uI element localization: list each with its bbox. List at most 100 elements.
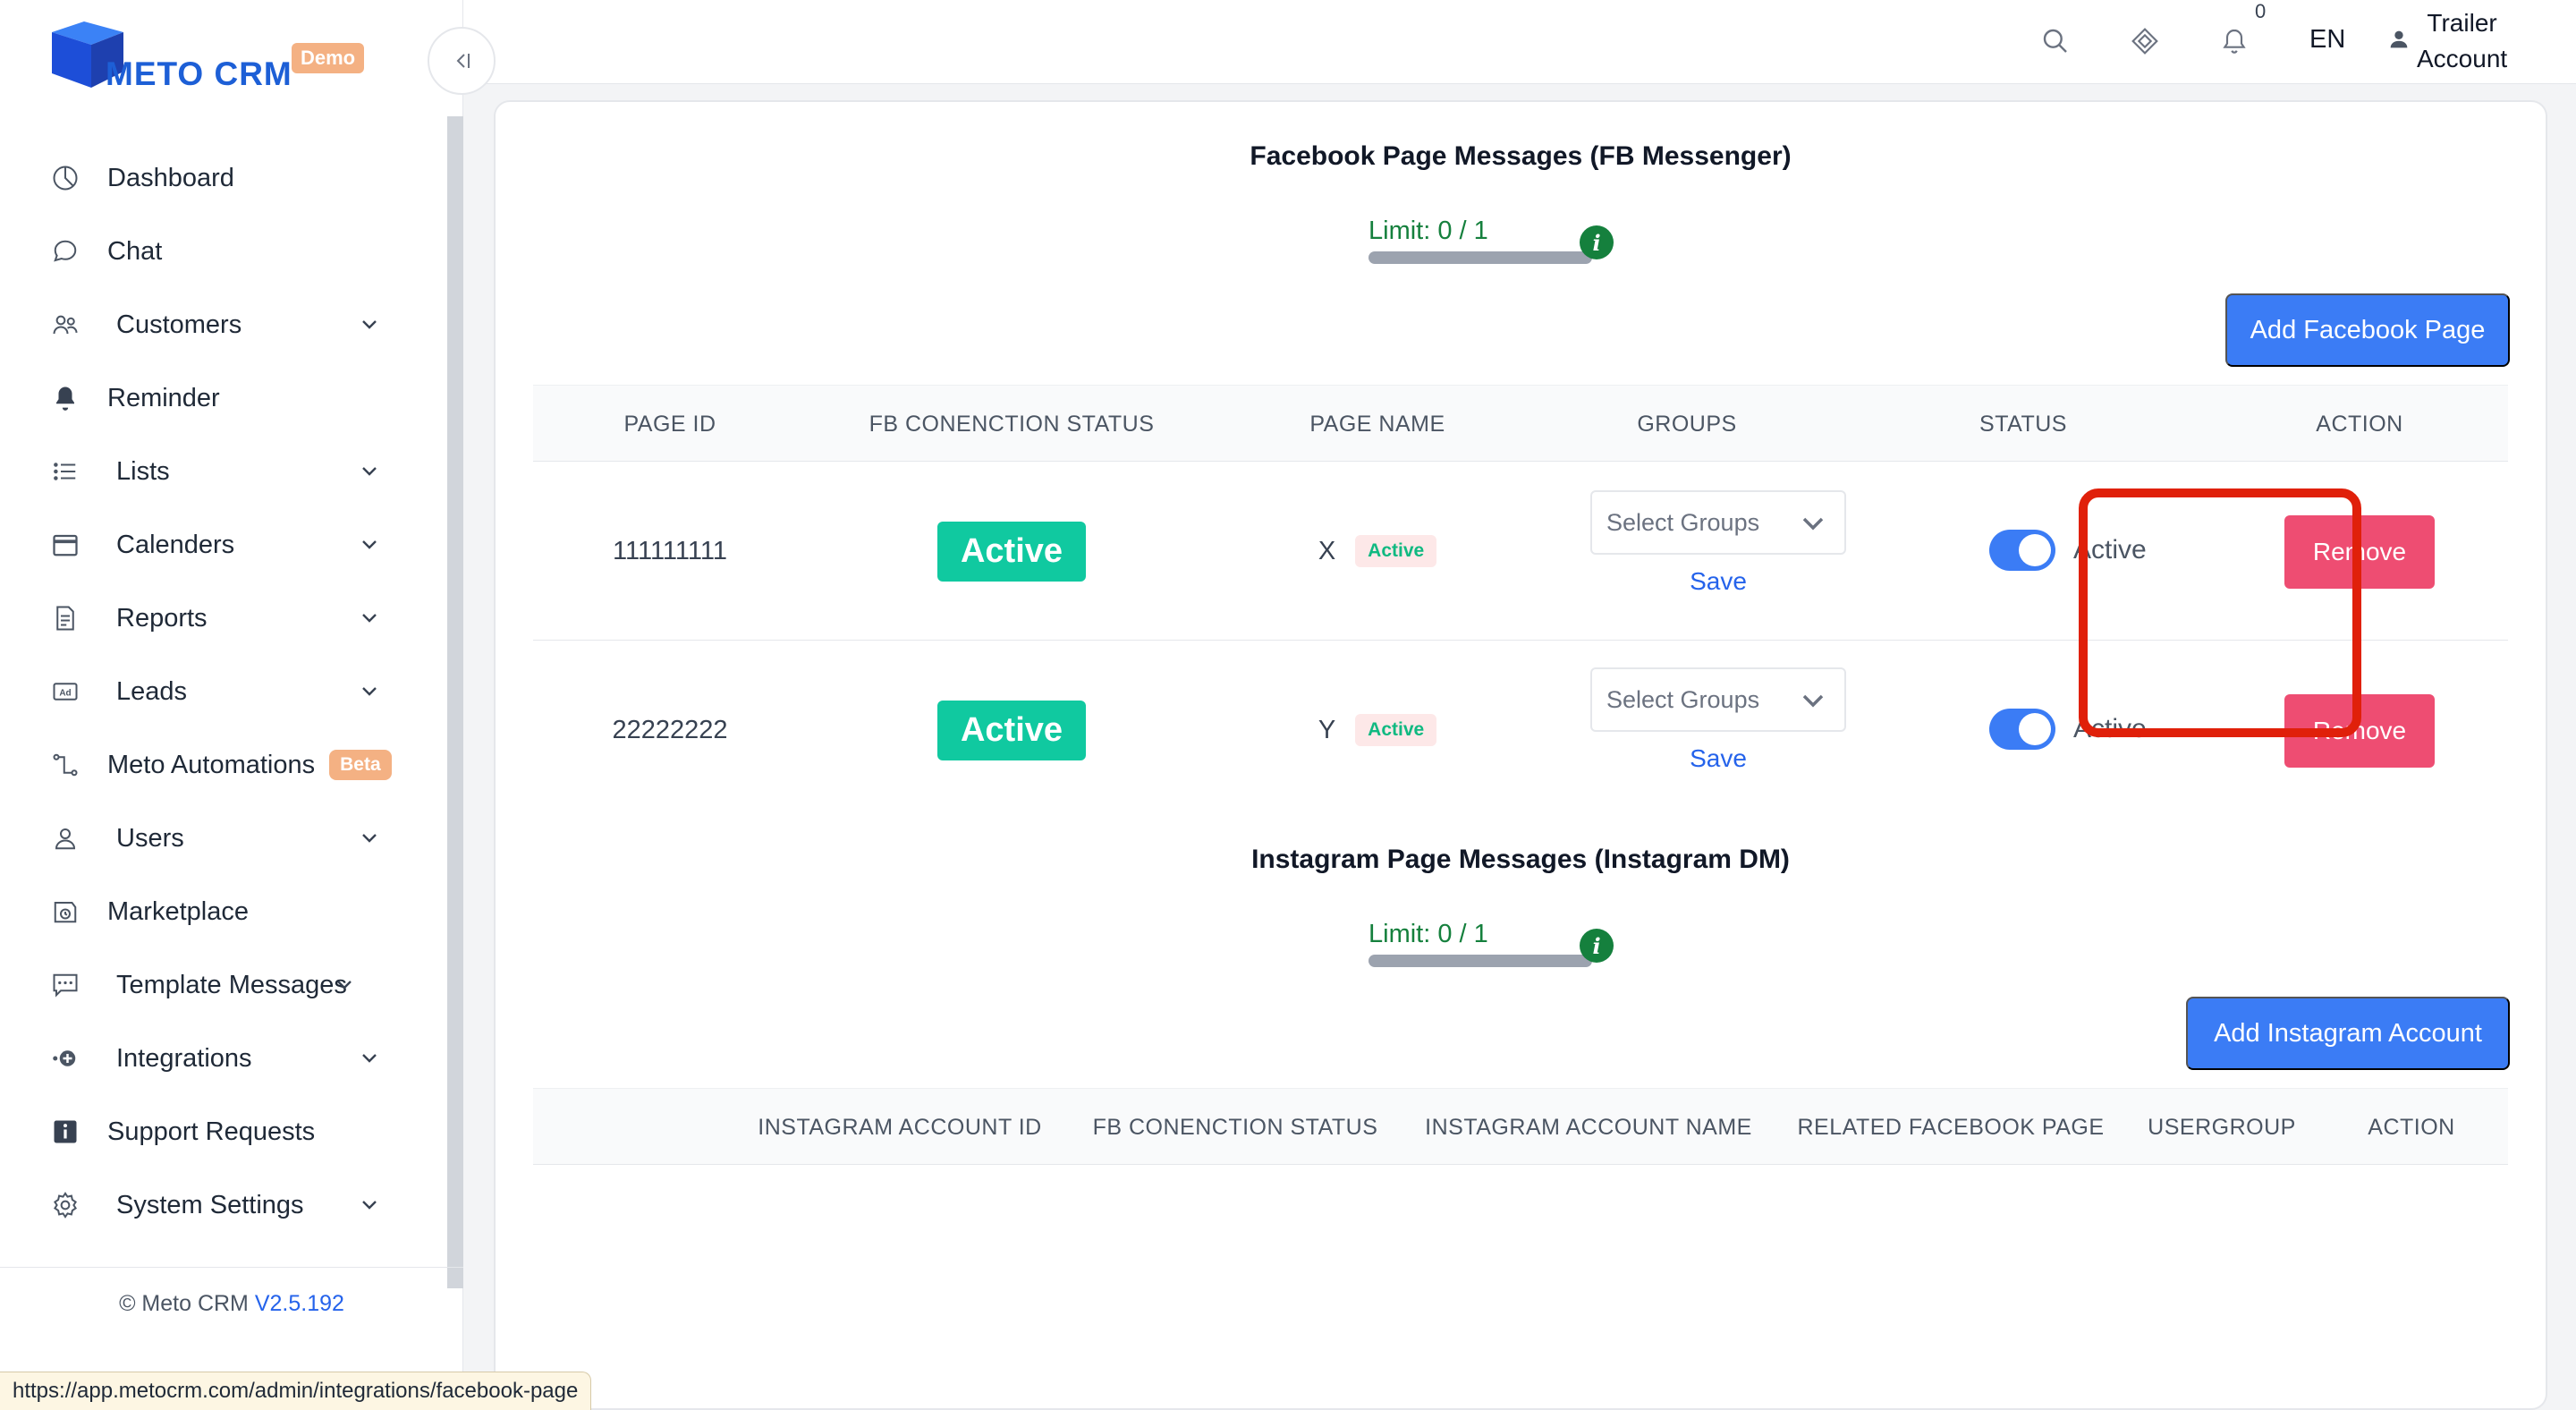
calendar-icon: [50, 530, 80, 560]
sidebar-item-system-settings[interactable]: System Settings: [0, 1168, 420, 1242]
chevron-down-icon[interactable]: [356, 1192, 383, 1219]
select-groups-dropdown[interactable]: Select Groups: [1590, 667, 1846, 732]
column-header: ACTION: [2368, 1114, 2455, 1140]
logo-text: METO CRM: [106, 55, 292, 92]
bell-icon: [50, 383, 80, 413]
save-groups-link[interactable]: Save: [1590, 567, 1846, 596]
select-groups-dropdown[interactable]: Select Groups: [1590, 490, 1846, 555]
connection-status-cell: Active: [807, 462, 1216, 641]
sidebar-item-label: Integrations: [116, 1043, 252, 1073]
status-bar-url: https://app.metocrm.com/admin/integratio…: [0, 1372, 592, 1410]
page-name-cell: X Active: [1216, 462, 1538, 641]
account-menu[interactable]: Trailer Account: [2417, 5, 2507, 77]
page-id-cell: 22222222: [612, 715, 728, 744]
table-row: 111111111 Active X Active Select Groups …: [533, 462, 2508, 641]
select-groups-placeholder: Select Groups: [1606, 508, 1760, 536]
column-header: PAGE NAME: [1309, 411, 1445, 437]
sidebar-item-leads[interactable]: Ad Leads: [0, 655, 420, 728]
message-template-icon: [50, 970, 80, 1000]
sidebar-item-users[interactable]: Users: [0, 802, 420, 875]
table-row: 22222222 Active Y Active Select Groups S…: [533, 641, 2508, 820]
add-facebook-page-button[interactable]: Add Facebook Page: [2225, 293, 2510, 367]
sidebar-item-marketplace[interactable]: Marketplace: [0, 875, 420, 948]
chevron-down-icon[interactable]: [356, 1045, 383, 1072]
sidebar-item-customers[interactable]: Customers: [0, 288, 420, 361]
status-toggle[interactable]: [1989, 709, 2055, 750]
info-icon[interactable]: i: [1580, 225, 1614, 259]
beta-badge: Beta: [329, 750, 392, 780]
search-icon[interactable]: [2038, 23, 2073, 59]
page-status-badge: Active: [1355, 714, 1437, 746]
sidebar-item-label: Leads: [116, 676, 188, 706]
chevron-down-icon[interactable]: [356, 458, 383, 485]
sidebar-collapse-button[interactable]: [428, 27, 496, 95]
chevron-down-icon[interactable]: [356, 605, 383, 632]
sidebar-item-label: Marketplace: [107, 896, 249, 926]
sidebar-item-reports[interactable]: Reports: [0, 582, 420, 655]
instagram-section-title: Instagram Page Messages (Instagram DM): [1251, 845, 1790, 874]
language-selector[interactable]: EN: [2309, 25, 2345, 55]
ad-icon: Ad: [50, 676, 80, 707]
sidebar-item-reminder[interactable]: Reminder: [0, 361, 420, 435]
toggle-knob: [2019, 713, 2051, 745]
instagram-limit-progress: [1368, 955, 1592, 967]
sidebar-item-chat[interactable]: Chat: [0, 215, 420, 288]
list-icon: [50, 456, 80, 487]
toggle-knob: [2019, 534, 2051, 566]
sidebar-item-label: System Settings: [116, 1190, 304, 1219]
status-toggle[interactable]: [1989, 530, 2055, 571]
sidebar-item-support-requests[interactable]: Support Requests: [0, 1095, 420, 1168]
remove-button[interactable]: Remove: [2284, 515, 2435, 589]
chevron-down-icon[interactable]: [356, 311, 383, 338]
page-status-badge: Active: [1355, 535, 1437, 567]
version-link[interactable]: V2.5.192: [255, 1291, 344, 1316]
apps-diamond-icon[interactable]: [2127, 23, 2163, 59]
save-groups-link[interactable]: Save: [1590, 744, 1846, 773]
plug-icon: [50, 1043, 80, 1074]
chevron-down-icon[interactable]: [356, 678, 383, 705]
copyright-text: © Meto CRM: [119, 1291, 249, 1316]
sidebar-item-label: Reports: [116, 603, 208, 633]
sidebar-item-integrations[interactable]: Integrations: [0, 1022, 420, 1095]
column-header: RELATED FACEBOOK PAGE: [1797, 1114, 2105, 1140]
sidebar-item-label: Calenders: [116, 530, 235, 559]
sidebar-item-label: Users: [116, 823, 184, 853]
chevron-down-icon[interactable]: [331, 972, 358, 998]
sidebar-item-label: Support Requests: [107, 1117, 316, 1146]
account-name-line2: Account: [2417, 45, 2508, 72]
add-instagram-account-button[interactable]: Add Instagram Account: [2186, 997, 2510, 1070]
sidebar-scrollbar[interactable]: [447, 116, 463, 1288]
sidebar-item-dashboard[interactable]: Dashboard: [0, 141, 420, 215]
facebook-limit-progress: [1368, 251, 1592, 264]
document-icon: [50, 603, 80, 633]
pie-chart-icon: [50, 163, 80, 193]
account-name-line1: Trailer: [2427, 9, 2497, 37]
sidebar-item-label: Lists: [116, 456, 170, 486]
bell-icon[interactable]: [2216, 23, 2252, 59]
user-icon: [50, 823, 80, 854]
app-logo[interactable]: METO CRM Demo: [48, 18, 370, 98]
chevron-down-icon: [1800, 510, 1826, 543]
facebook-limit-text: Limit: 0 / 1: [1368, 217, 1488, 245]
sidebar-item-label: Customers: [116, 310, 242, 339]
remove-button[interactable]: Remove: [2284, 694, 2435, 768]
column-header: STATUS: [1979, 411, 2067, 437]
info-icon[interactable]: i: [1580, 929, 1614, 963]
sidebar-item-template-messages[interactable]: Template Messages: [0, 948, 420, 1022]
sidebar-item-calenders[interactable]: Calenders: [0, 508, 420, 582]
column-header: FB CONENCTION STATUS: [1092, 1114, 1378, 1140]
column-header: USERGROUP: [2148, 1114, 2296, 1140]
chevron-down-icon[interactable]: [356, 825, 383, 852]
sidebar-item-meto-automations[interactable]: Meto Automations Beta: [0, 728, 420, 802]
sidebar-item-label: Meto Automations: [107, 750, 316, 779]
topbar: 0 EN Trailer Account: [463, 0, 2576, 84]
connection-status-badge: Active: [936, 521, 1087, 582]
store-icon: [50, 896, 80, 927]
main-card: Facebook Page Messages (FB Messenger) Li…: [494, 100, 2547, 1410]
collapse-arrow-icon: [456, 54, 470, 68]
sidebar-item-label: Dashboard: [107, 163, 234, 192]
sidebar-item-lists[interactable]: Lists: [0, 435, 420, 508]
chevron-down-icon[interactable]: [356, 531, 383, 558]
chat-bubble-icon: [50, 236, 80, 267]
connection-status-cell: Active: [807, 641, 1216, 820]
